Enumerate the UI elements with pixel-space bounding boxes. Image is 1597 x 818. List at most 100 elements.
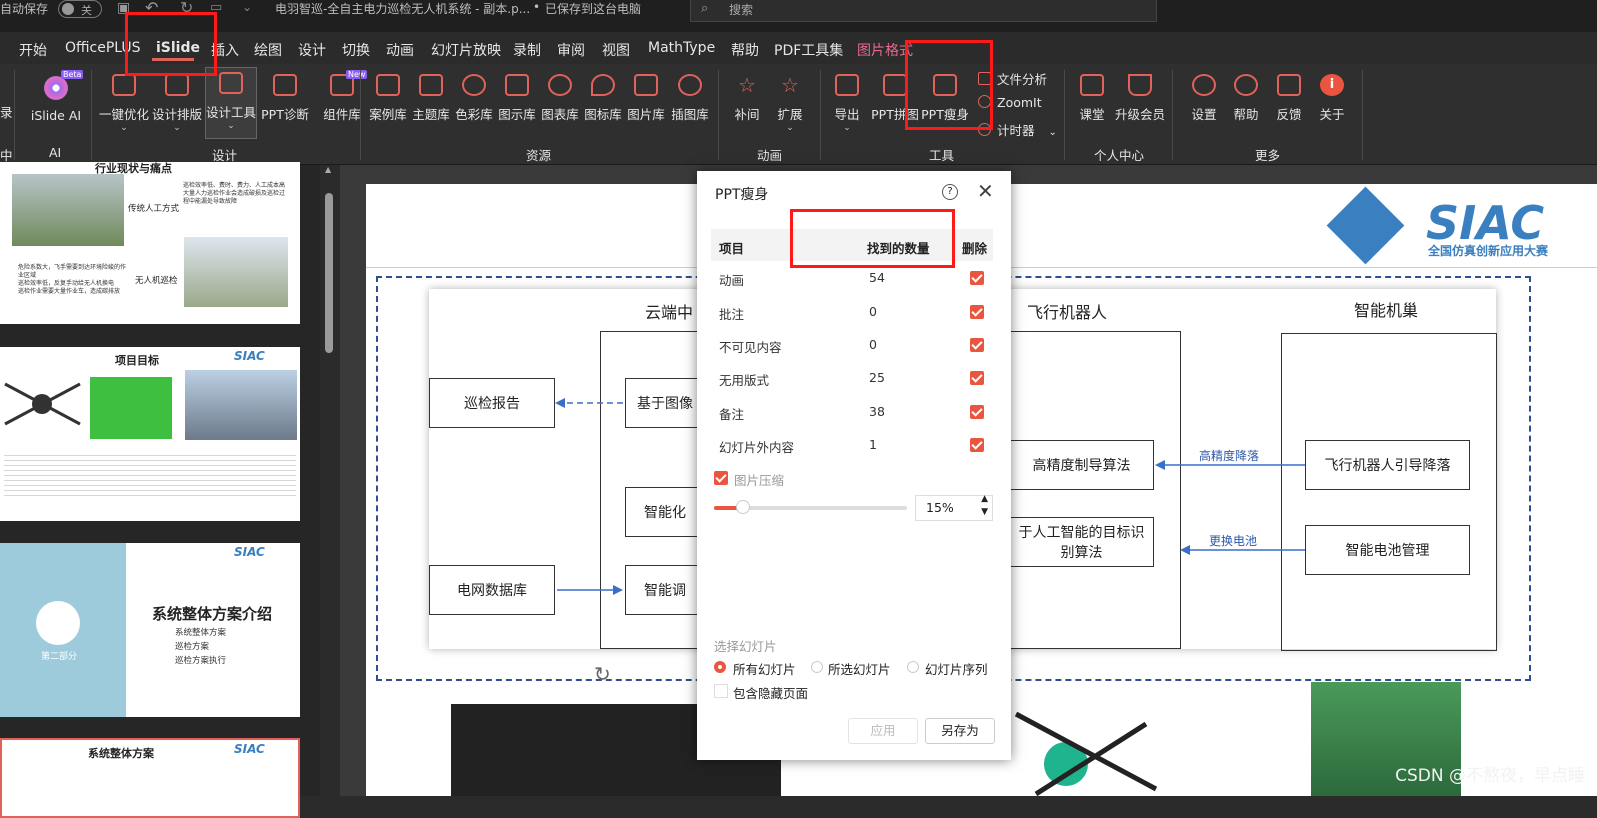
chevron-down-icon: ⌄ xyxy=(786,123,794,133)
tab-pdf-tools[interactable]: PDF工具集 xyxy=(774,40,843,60)
upgrade-member-label: 升级会员 xyxy=(1114,107,1165,122)
tab-record[interactable]: 录制 xyxy=(513,40,541,60)
slide-thumbnail-2[interactable]: 项目目标 SIAC xyxy=(0,347,300,521)
tab-home[interactable]: 开始 xyxy=(19,40,47,60)
chevron-down-icon: ⌄ xyxy=(173,123,181,133)
siac-logo: SIAC xyxy=(234,742,265,756)
delete-checkbox[interactable] xyxy=(970,338,984,352)
ppt-diagnosis-label: PPT诊断 xyxy=(261,107,309,122)
delete-checkbox[interactable] xyxy=(970,371,984,385)
radio-all-slides[interactable] xyxy=(714,661,726,673)
table-row: 不可见内容 0 xyxy=(711,328,993,361)
nest-illustration xyxy=(90,377,172,439)
delete-checkbox[interactable] xyxy=(970,438,984,452)
group-separator xyxy=(91,70,92,160)
slide-thumbnails-pane: 行业现状与痛点 传统人工方式 巡检效率低、费时、费力、人工成本高 大量人力巡检作业… xyxy=(0,162,320,818)
siac-logo-subtitle: 全国仿真创新应用大赛 xyxy=(1428,244,1549,258)
tab-slideshow[interactable]: 幻灯片放映 xyxy=(431,40,501,60)
illustration-library-button[interactable]: 插图库 xyxy=(660,70,720,140)
upgrade-member-button[interactable]: 升级会员 xyxy=(1110,70,1170,140)
tab-transitions[interactable]: 切换 xyxy=(342,40,370,60)
tab-mathtype[interactable]: MathType xyxy=(648,40,715,56)
customize-toolbar-icon[interactable]: ⌄ xyxy=(242,0,252,14)
gear-icon xyxy=(1192,74,1216,96)
scroll-up-icon[interactable]: ▲ xyxy=(325,165,331,174)
about-label: 关于 xyxy=(1319,107,1345,122)
star-plus-icon: ☆ xyxy=(781,73,799,97)
location-pin-icon xyxy=(591,74,615,96)
about-button[interactable]: i 关于 xyxy=(1302,70,1362,140)
close-icon[interactable]: ✕ xyxy=(977,179,994,203)
scrollbar-thumb[interactable] xyxy=(325,193,333,353)
beta-badge: Beta xyxy=(61,70,84,79)
row-count: 1 xyxy=(869,437,877,452)
group-label-more: 更多 xyxy=(1255,148,1281,163)
include-hidden-checkbox[interactable] xyxy=(714,684,728,698)
delete-checkbox[interactable] xyxy=(970,305,984,319)
slide-thumbnail-1[interactable]: 行业现状与痛点 传统人工方式 巡检效率低、费时、费力、人工成本高 大量人力巡检作业… xyxy=(0,162,300,324)
siac-logo-mark xyxy=(1326,186,1405,265)
rotate-handle-icon[interactable]: ↻ xyxy=(594,662,611,686)
compress-percent-spinner[interactable]: 15% ▲ ▼ xyxy=(915,494,993,521)
slide-thumbnail-4[interactable]: 系统整体方案 SIAC xyxy=(0,738,300,818)
delete-checkbox[interactable] xyxy=(970,271,984,285)
spinner-down-icon[interactable]: ▼ xyxy=(981,507,988,517)
thumb-title: 系统整体方案介绍 xyxy=(152,605,273,623)
tab-animations[interactable]: 动画 xyxy=(386,40,414,60)
palette-icon xyxy=(462,74,486,96)
radio-slide-sequence[interactable] xyxy=(907,661,919,673)
autosave-label: 自动保存 xyxy=(0,2,49,16)
csdn-watermark: CSDN @不熬夜，早点睡 xyxy=(1395,766,1585,786)
spinner-up-icon[interactable]: ▲ xyxy=(981,494,988,504)
image-compress-checkbox[interactable] xyxy=(714,471,728,485)
design-tools-label: 设计工具 xyxy=(206,105,257,120)
extend-button[interactable]: ☆ 扩展 ⌄ xyxy=(760,70,820,140)
thumb-label: 无人机巡检 xyxy=(135,276,178,286)
title-bar: 自动保存 关 ▣ ↶ ↻ ▭ ⌄ 电羽智巡-全自主电力巡检无人机系统 - 副本.… xyxy=(0,0,1597,32)
tab-help[interactable]: 帮助 xyxy=(731,40,759,60)
slide-thumbnail-3[interactable]: 第二部分 SIAC 系统整体方案介绍 系统整体方案 巡检方案 巡检方案执行 xyxy=(0,543,300,717)
design-layout-label: 设计排版 xyxy=(151,107,202,122)
chevron-down-icon: ⌄ xyxy=(1048,127,1057,138)
thumb-photo xyxy=(185,370,297,440)
save-as-button[interactable]: 另存为 xyxy=(925,718,995,744)
ppt-diagnosis-button[interactable]: PPT诊断 xyxy=(255,70,315,140)
tab-view[interactable]: 视图 xyxy=(602,40,630,60)
design-layout-button[interactable]: 设计排版 ⌄ xyxy=(147,70,207,140)
islide-ai-button[interactable]: Beta iSlide AI xyxy=(26,70,86,140)
cut-off-button-label[interactable]: 录 xyxy=(0,102,13,121)
tab-design[interactable]: 设计 xyxy=(298,40,326,60)
group-separator xyxy=(14,70,15,160)
one-click-optimize-button[interactable]: 一键优化 ⌄ xyxy=(94,70,154,140)
islide-ai-icon xyxy=(44,76,68,100)
optimize-icon xyxy=(112,74,136,96)
row-item: 不可见内容 xyxy=(719,340,782,355)
design-tools-button[interactable]: 设计工具 ⌄ xyxy=(205,67,257,139)
dot-separator: • xyxy=(533,0,541,14)
thumb-photo xyxy=(12,174,124,246)
group-label-tools: 工具 xyxy=(929,148,955,163)
search-box[interactable]: ⌕ 搜索 xyxy=(690,0,1157,22)
tab-review[interactable]: 审阅 xyxy=(557,40,585,60)
search-placeholder: 搜索 xyxy=(729,3,754,17)
help-icon[interactable]: ? xyxy=(942,184,958,200)
row-item: 幻灯片外内容 xyxy=(719,440,795,455)
pie-chart-icon xyxy=(548,74,572,96)
table-row: 无用版式 25 xyxy=(711,361,993,394)
apply-button[interactable]: 应用 xyxy=(848,718,918,744)
info-icon: i xyxy=(1320,74,1344,96)
compress-slider[interactable] xyxy=(714,500,907,514)
delete-checkbox[interactable] xyxy=(970,405,984,419)
radio-selected-slides[interactable] xyxy=(811,661,823,673)
drone-icon xyxy=(36,601,80,645)
thumbnail-scrollbar[interactable]: ▲ xyxy=(322,165,336,796)
classroom-icon xyxy=(1080,74,1104,96)
autosave-toggle[interactable]: 关 xyxy=(58,0,102,18)
compress-slider-handle[interactable] xyxy=(735,500,750,514)
save-status[interactable]: 已保存到这台电脑 xyxy=(545,0,641,17)
thumb-title: 系统整体方案 xyxy=(88,747,154,760)
design-tools-icon xyxy=(219,72,243,94)
tab-draw[interactable]: 绘图 xyxy=(254,40,282,60)
row-item: 动画 xyxy=(719,273,745,288)
radio-all-slides-label: 所有幻灯片 xyxy=(733,662,796,677)
